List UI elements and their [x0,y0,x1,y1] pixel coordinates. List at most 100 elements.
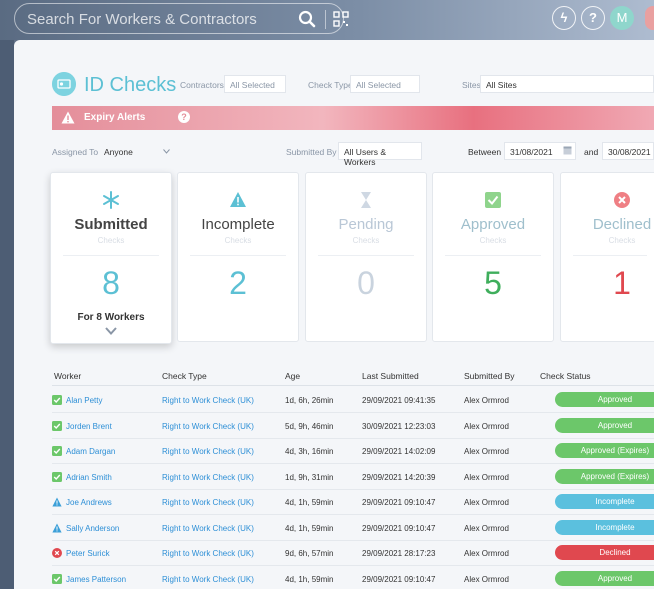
card-title: Declined [592,216,652,233]
column-header-check-type[interactable]: Check Type [162,371,207,381]
card-title: Submitted [74,216,148,233]
table-header-divider [52,385,654,386]
chevron-down-icon [163,149,170,154]
card-count: 0 [357,265,375,301]
table-row[interactable]: Joe Andrews Right to Work Check (UK) 4d, 1… [52,490,654,515]
check-icon [52,573,62,584]
date-from-input[interactable]: 31/08/2021 [504,142,576,160]
check-type-link[interactable]: Right to Work Check (UK) [162,498,254,507]
age-value: 4d, 1h, 59min [285,523,334,533]
check-type-link[interactable]: Right to Work Check (UK) [162,549,254,558]
card-divider [445,255,541,256]
worker-name[interactable]: Joe Andrews [66,498,112,507]
table-row[interactable]: Sally Anderson Right to Work Check (UK) 4d… [52,516,654,541]
and-label: and [584,147,599,157]
lightning-icon[interactable]: ϟ [552,6,576,30]
column-header-check-status[interactable]: Check Status [540,371,591,381]
submitted-by-select[interactable]: All Users & Workers [338,142,422,167]
card-title: Approved [460,216,526,233]
table-row[interactable]: Peter Surick Right to Work Check (UK) 9d, … [52,541,654,566]
table-row[interactable]: James Patterson Right to Work Check (UK) 4… [52,567,654,589]
check-type-link[interactable]: Right to Work Check (UK) [162,422,254,431]
expiry-alerts-label: Expiry Alerts [84,112,146,123]
check-type-select[interactable]: All Selected [350,75,420,93]
between-label: Between [468,147,502,157]
left-sidebar [0,40,14,589]
worker-name[interactable]: Adam Dargan [66,447,115,456]
check-icon [52,471,62,482]
qr-code-icon[interactable] [333,11,349,27]
card-count: 1 [613,265,631,301]
worker-name[interactable]: Jorden Brent [66,422,112,431]
check-type-label: Check Type [308,80,353,90]
age-value: 4d, 1h, 59min [285,498,334,507]
check-type-link[interactable]: Right to Work Check (UK) [162,575,254,584]
worker-name[interactable]: James Patterson [66,575,126,584]
worker-name[interactable]: Sally Anderson [66,524,119,533]
table-row[interactable]: Alan Petty Right to Work Check (UK) 1d, 6h… [52,388,654,413]
search-divider [325,10,326,29]
help-icon[interactable]: ? [581,6,605,30]
column-header-submitted-by[interactable]: Submitted By [464,371,515,381]
table-row[interactable]: Jorden Brent Right to Work Check (UK) 5d, … [52,414,654,439]
id-card-icon [52,72,76,96]
status-badge: Incomplete [555,519,654,535]
check-type-link[interactable]: Right to Work Check (UK) [162,396,254,405]
notification-tab[interactable] [645,6,654,30]
age-value: 4d, 1h, 59min [285,574,334,584]
check-type-link[interactable]: Right to Work Check (UK) [162,447,254,456]
status-badge: Approved [555,417,654,433]
column-header-age[interactable]: Age [285,371,300,381]
card-approved[interactable]: Approved Checks 5 [432,172,554,342]
expiry-alerts-bar[interactable]: Expiry Alerts ? [52,106,654,130]
card-divider [573,255,647,256]
card-footer: For 8 Workers [77,312,145,323]
main-panel: ID Checks Contractors All Selected Check… [14,40,654,589]
sites-label: Sites [462,80,481,90]
search-input[interactable]: Search For Workers & Contractors [27,11,257,28]
card-count: 8 [102,265,120,301]
search-icon[interactable] [298,10,316,28]
table-row[interactable]: Adam Dargan Right to Work Check (UK) 4d, 3… [52,439,654,464]
sites-select[interactable]: All Sites [480,75,654,93]
warning-icon [61,111,75,124]
assigned-to-value: Anyone [104,147,133,157]
check-type-link[interactable]: Right to Work Check (UK) [162,524,254,533]
last-submitted-value: 30/09/2021 12:23:03 [362,421,436,431]
chevron-down-icon[interactable] [105,327,117,335]
contractors-select[interactable]: All Selected [224,75,286,93]
avatar[interactable]: M [610,6,634,30]
submitted-by-value: Alex Ormrod [464,523,509,533]
table-row[interactable]: Adrian Smith Right to Work Check (UK) 1d, … [52,465,654,490]
check-type-link[interactable]: Right to Work Check (UK) [162,473,254,482]
search-bar[interactable]: Search For Workers & Contractors [14,3,349,34]
card-title: Pending [338,216,394,233]
date-to-input[interactable]: 30/08/2021 [602,142,654,160]
age-value: 1d, 6h, 26min [285,396,334,405]
age-value: 1d, 9h, 31min [285,472,334,482]
last-submitted-value: 29/09/2021 14:02:09 [362,447,436,456]
warning-icon [230,192,246,207]
card-submitted[interactable]: Submitted Checks 8 For 8 Workers [50,172,172,344]
assigned-to-select[interactable]: Anyone [98,142,178,160]
worker-name[interactable]: Adrian Smith [66,473,112,482]
x-circle-icon [52,548,62,558]
status-badge: Declined [555,545,654,560]
card-declined[interactable]: Declined Checks 1 [560,172,654,342]
card-subtitle: Checks [479,236,507,245]
submitted-by-value: Alex Ormrod [464,498,509,507]
worker-name[interactable]: Alan Petty [66,396,102,405]
asterisk-icon [103,191,119,209]
status-badge: Approved (Expires) [555,443,654,458]
check-icon [52,420,62,431]
help-icon[interactable]: ? [178,111,190,123]
calendar-icon[interactable] [563,146,572,155]
card-incomplete[interactable]: Incomplete Checks 2 [177,172,299,342]
column-header-last-submitted[interactable]: Last Submitted [362,371,419,381]
worker-name[interactable]: Peter Surick [66,549,110,558]
column-header-worker[interactable]: Worker [54,371,81,381]
submitted-by-value: Alex Ormrod [464,574,509,584]
card-pending[interactable]: Pending Checks 0 [305,172,427,342]
id-checks-panel: ID Checks Contractors All Selected Check… [14,40,654,589]
hourglass-icon [361,192,371,208]
